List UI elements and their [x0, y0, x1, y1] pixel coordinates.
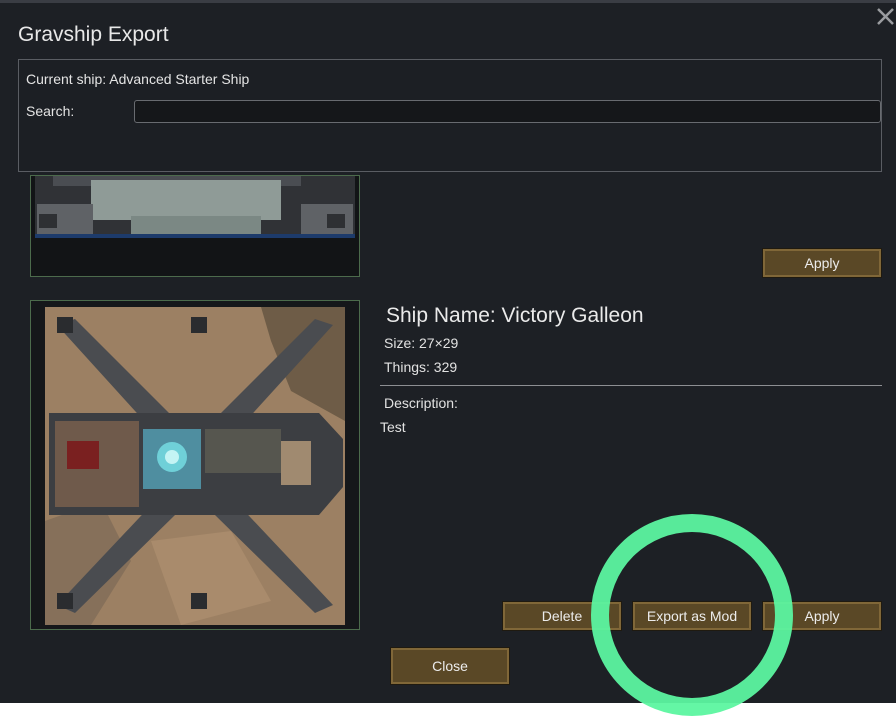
ship-preview-image-2 [31, 301, 359, 629]
ship-preview-2 [30, 300, 360, 630]
divider [380, 385, 882, 386]
search-input[interactable] [134, 100, 881, 123]
ship-name: Ship Name: Victory Galleon [386, 304, 644, 327]
ship-preview-1 [30, 175, 360, 277]
page-background [0, 703, 896, 723]
ship-info-box: Current ship: Advanced Starter Ship Sear… [18, 59, 882, 172]
ship-size: Size: 27×29 [384, 335, 459, 351]
description-text: Test [380, 419, 406, 435]
close-icon[interactable] [874, 5, 896, 27]
close-button[interactable]: Close [390, 647, 510, 685]
delete-button[interactable]: Delete [502, 601, 622, 631]
export-as-mod-button[interactable]: Export as Mod [632, 601, 752, 631]
description-label: Description: [384, 395, 458, 411]
apply-button-1[interactable]: Apply [762, 248, 882, 278]
apply-button-2[interactable]: Apply [762, 601, 882, 631]
search-label: Search: [26, 103, 75, 119]
gravship-export-dialog: Gravship Export Current ship: Advanced S… [0, 3, 896, 703]
ship-things: Things: 329 [384, 359, 458, 375]
ship-preview-image-1 [31, 176, 359, 276]
dialog-title: Gravship Export [18, 23, 169, 46]
current-ship-label: Current ship: Advanced Starter Ship [26, 71, 250, 87]
